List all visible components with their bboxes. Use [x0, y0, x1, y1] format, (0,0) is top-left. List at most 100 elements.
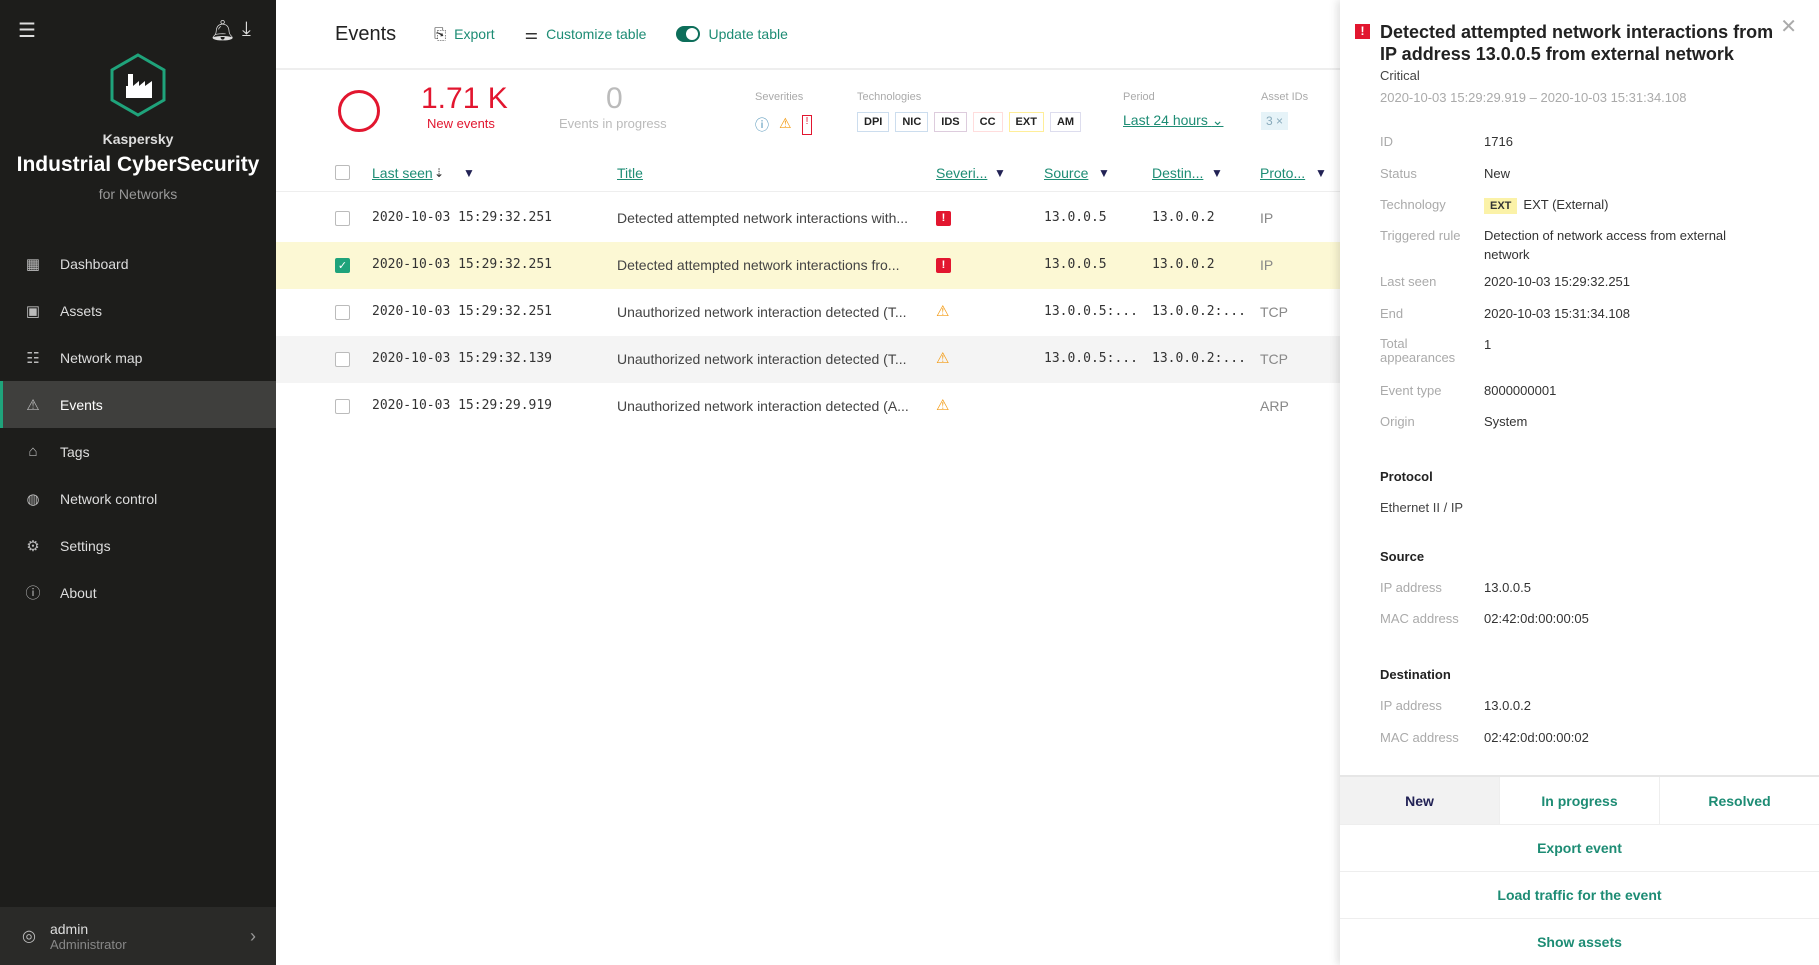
- tech-chip-am[interactable]: AM: [1049, 112, 1082, 132]
- logo-icon: [110, 53, 166, 117]
- export-button[interactable]: ⎘ Export: [434, 26, 494, 43]
- table-row[interactable]: 2020-10-03 15:29:32.251 Unauthorized netw…: [276, 289, 1340, 336]
- show-assets-button[interactable]: Show assets: [1340, 918, 1819, 965]
- filter-icon[interactable]: ▼: [1098, 166, 1110, 180]
- customize-table-button[interactable]: ⚌ Customize table: [525, 25, 647, 43]
- update-label: Update table: [708, 26, 788, 42]
- warning-icon: ⚠: [26, 396, 40, 414]
- user-menu[interactable]: ◎ admin Administrator ›: [0, 907, 276, 965]
- assets-icon: ▣: [25, 302, 41, 320]
- cell-last-seen: 2020-10-03 15:29:32.251: [372, 304, 553, 319]
- filter-icon[interactable]: ▼: [994, 166, 1006, 180]
- sort-desc-icon[interactable]: ⇣: [434, 166, 444, 180]
- col-source[interactable]: Source: [1044, 165, 1088, 181]
- sidebar-item-about[interactable]: ⓘ About: [0, 569, 276, 616]
- cell-title: Unauthorized network interaction detecte…: [617, 398, 909, 414]
- cell-last-seen: 2020-10-03 15:29:32.139: [372, 351, 553, 366]
- page-title: Events: [335, 22, 397, 45]
- sidebar-item-network-control[interactable]: ◍ Network control: [0, 475, 276, 522]
- cell-title: Unauthorized network interaction detecte…: [617, 304, 907, 320]
- tech-chip-nic[interactable]: NIC: [895, 112, 929, 132]
- status-tab-new[interactable]: New: [1340, 777, 1499, 824]
- cell-destination: 13.0.0.2:...: [1152, 351, 1246, 366]
- row-checkbox[interactable]: [335, 399, 350, 414]
- warning-icon: ⚠: [936, 303, 950, 320]
- progress-count[interactable]: 0: [606, 82, 623, 116]
- col-protocol[interactable]: Proto...: [1260, 165, 1305, 181]
- tech-chip-ext[interactable]: EXT: [1008, 112, 1044, 132]
- field-label: MAC address: [1380, 611, 1459, 626]
- source-mac: 02:42:0d:00:00:05: [1484, 611, 1589, 626]
- critical-icon: !: [936, 211, 951, 226]
- sidebar-item-label: Assets: [60, 302, 103, 319]
- status-tabs: New In progress Resolved: [1340, 775, 1819, 824]
- filter-icon[interactable]: ▼: [1211, 166, 1223, 180]
- bell-icon[interactable]: 🔔︎: [210, 18, 235, 43]
- info-icon: ⓘ: [25, 585, 41, 602]
- asset-ids-chip[interactable]: 3 ×: [1261, 112, 1289, 130]
- sidebar-item-dashboard[interactable]: ▦ Dashboard: [0, 240, 276, 287]
- sidebar-item-assets[interactable]: ▣ Assets: [0, 287, 276, 334]
- filter-icon[interactable]: ▼: [1315, 166, 1327, 180]
- col-severity[interactable]: Severi...: [936, 165, 987, 181]
- table-row[interactable]: ✓ 2020-10-03 15:29:32.251 Detected attempt…: [276, 242, 1340, 289]
- period-dropdown[interactable]: Last 24 hours ⌄: [1123, 112, 1223, 129]
- field-label: Triggered rule: [1380, 228, 1461, 243]
- table-row[interactable]: 2020-10-03 15:29:29.919 Unauthorized netw…: [276, 383, 1340, 430]
- sidebar-item-network-map[interactable]: ☷ Network map: [0, 334, 276, 381]
- sidebar-item-tags[interactable]: ⌂ Tags: [0, 428, 276, 475]
- row-checkbox[interactable]: ✓: [335, 258, 350, 273]
- filter-icon[interactable]: ▼: [463, 166, 475, 180]
- col-title[interactable]: Title: [617, 165, 643, 181]
- protocol-value: Ethernet II / IP: [1380, 500, 1464, 515]
- download-icon[interactable]: ⤓: [242, 18, 251, 41]
- user-name: admin: [49, 920, 89, 937]
- sidebar-item-label: Network map: [60, 349, 143, 366]
- cell-title: Detected attempted network interactions …: [617, 210, 909, 226]
- critical-severity-icon[interactable]: !: [801, 115, 813, 135]
- field-technology: EXT (External): [1523, 197, 1609, 212]
- field-label: End: [1380, 306, 1404, 321]
- sidebar-item-label: Events: [60, 396, 103, 413]
- severities-label: Severities: [755, 91, 804, 103]
- chevron-down-icon: ⌄: [1211, 112, 1224, 128]
- export-event-button[interactable]: Export event: [1340, 824, 1819, 871]
- tech-chip-cc[interactable]: CC: [972, 112, 1003, 132]
- tech-chip-ids[interactable]: IDS: [934, 112, 967, 132]
- col-last-seen[interactable]: Last seen: [372, 165, 433, 181]
- sidebar-item-events[interactable]: ⚠ Events: [0, 381, 276, 428]
- update-table-toggle[interactable]: Update table: [676, 26, 788, 42]
- close-icon[interactable]: ✕: [1780, 14, 1797, 39]
- table-row[interactable]: 2020-10-03 15:29:32.139 Unauthorized netw…: [276, 336, 1340, 383]
- row-checkbox[interactable]: [335, 305, 350, 320]
- menu-icon[interactable]: ☰: [18, 18, 36, 43]
- load-traffic-button[interactable]: Load traffic for the event: [1340, 871, 1819, 918]
- cell-protocol: IP: [1260, 210, 1274, 226]
- cell-title: Unauthorized network interaction detecte…: [617, 351, 907, 367]
- select-all-checkbox[interactable]: [335, 165, 350, 180]
- export-icon: ⎘: [434, 25, 447, 43]
- field-event-type: 8000000001: [1484, 383, 1557, 398]
- warning-severity-icon[interactable]: ⚠: [779, 115, 792, 135]
- row-checkbox[interactable]: [335, 211, 350, 226]
- field-label: IP address: [1380, 698, 1442, 713]
- new-events-count[interactable]: 1.71 K: [421, 82, 508, 116]
- source-ip: 13.0.0.5: [1484, 580, 1531, 595]
- info-severity-icon[interactable]: ⓘ: [755, 115, 769, 135]
- cell-destination: 13.0.0.2: [1152, 257, 1215, 272]
- field-triggered-rule: Detection of network access from externa…: [1484, 228, 1727, 262]
- row-checkbox[interactable]: [335, 352, 350, 367]
- status-tab-resolved[interactable]: Resolved: [1659, 777, 1819, 824]
- status-tab-in-progress[interactable]: In progress: [1499, 777, 1659, 824]
- tech-badge: EXT: [1484, 198, 1518, 214]
- tech-chip-dpi[interactable]: DPI: [857, 112, 890, 132]
- brand-company: Kaspersky: [102, 131, 174, 147]
- table-row[interactable]: 2020-10-03 15:29:32.251 Detected attempte…: [276, 195, 1340, 242]
- field-label: Last seen: [1380, 274, 1437, 289]
- sidebar-item-settings[interactable]: ⚙ Settings: [0, 522, 276, 569]
- field-end: 2020-10-03 15:31:34.108: [1484, 306, 1631, 321]
- user-icon: ◎: [22, 928, 36, 945]
- col-destination[interactable]: Destin...: [1152, 165, 1203, 181]
- event-details-panel: ! Detected attempted network interaction…: [1340, 0, 1819, 965]
- field-label: IP address: [1380, 580, 1442, 595]
